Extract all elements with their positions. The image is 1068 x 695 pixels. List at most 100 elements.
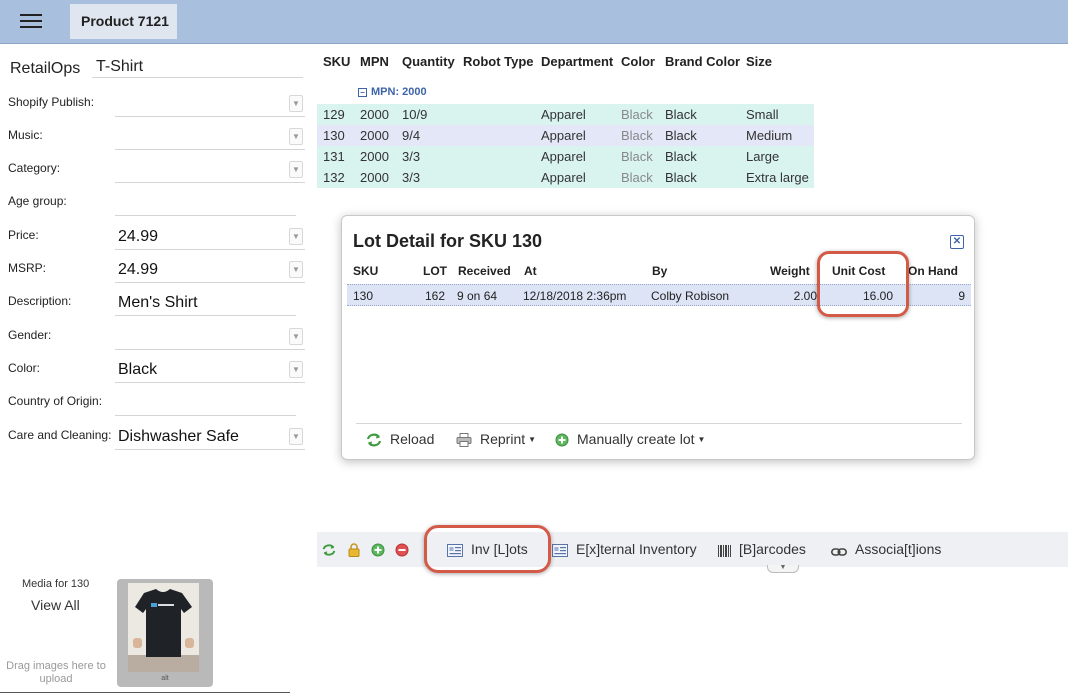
column-header-quantity[interactable]: Quantity — [402, 54, 455, 69]
column-header-mpn[interactable]: MPN — [360, 54, 389, 69]
column-header-at[interactable]: At — [524, 264, 537, 278]
chevron-down-icon[interactable]: ▼ — [289, 161, 303, 178]
cell-received: 9 on 64 — [457, 289, 498, 303]
divider — [356, 423, 962, 424]
link-icon — [831, 548, 847, 556]
chevron-down-icon[interactable]: ▼ — [289, 261, 303, 278]
reprint-button[interactable]: Reprint ▼ — [456, 431, 536, 447]
field-shopify-publish[interactable]: Shopify Publish: ▼ — [8, 91, 308, 117]
table-row[interactable]: 131 2000 3/3 Apparel Black Black Large — [317, 146, 814, 167]
field-category[interactable]: Category: ▼ — [8, 157, 308, 183]
field-price[interactable]: Price: 24.99 ▼ — [8, 224, 308, 250]
field-msrp[interactable]: MSRP: 24.99 ▼ — [8, 257, 308, 283]
column-header-sku[interactable]: SKU — [323, 54, 350, 69]
tab-product[interactable]: Product 7121 — [70, 4, 177, 39]
chevron-down-icon[interactable]: ▼ — [289, 428, 303, 445]
field-music[interactable]: Music: ▼ — [8, 124, 308, 150]
cell-brand-color: Black — [665, 128, 697, 143]
column-header-by[interactable]: By — [652, 264, 667, 278]
field-label: Price: — [8, 228, 39, 242]
field-value[interactable] — [115, 324, 305, 350]
collapse-handle-icon[interactable]: ▼ — [767, 564, 799, 573]
media-thumbnail[interactable]: alt — [117, 579, 213, 687]
table-row[interactable]: 130 2000 9/4 Apparel Black Black Medium — [317, 125, 814, 146]
view-all-link[interactable]: View All — [31, 597, 80, 613]
close-icon[interactable]: ✕ — [950, 235, 964, 249]
field-gender[interactable]: Gender: ▼ — [8, 324, 308, 350]
column-header-received[interactable]: Received — [458, 264, 511, 278]
manually-create-lot-button[interactable]: Manually create lot ▼ — [555, 431, 705, 447]
cell-sku: 132 — [323, 170, 345, 185]
field-country-of-origin[interactable]: Country of Origin: — [8, 390, 308, 416]
field-label: Description: — [8, 294, 72, 308]
column-header-on-hand[interactable]: On Hand — [908, 264, 958, 278]
field-value[interactable]: Dishwasher Safe — [115, 424, 305, 450]
product-name-input[interactable] — [92, 56, 303, 78]
chevron-down-icon[interactable]: ▼ — [289, 95, 303, 112]
column-header-size[interactable]: Size — [746, 54, 772, 69]
refresh-icon[interactable] — [322, 543, 336, 557]
remove-icon[interactable] — [395, 543, 409, 557]
field-value[interactable] — [115, 390, 296, 416]
field-value[interactable] — [115, 91, 305, 117]
cell-department: Apparel — [541, 128, 586, 143]
retailops-label: RetailOps — [10, 60, 81, 77]
cell-by: Colby Robison — [651, 289, 730, 303]
column-header-color[interactable]: Color — [621, 54, 655, 69]
field-label: MSRP: — [8, 261, 47, 275]
column-header-department[interactable]: Department — [541, 54, 613, 69]
tab-external-inventory[interactable]: E[x]ternal Inventory — [552, 541, 697, 557]
table-row[interactable]: 129 2000 10/9 Apparel Black Black Small — [317, 104, 814, 125]
inv-lots-highlight — [424, 525, 551, 573]
column-header-lot[interactable]: LOT — [423, 264, 447, 278]
cell-department: Apparel — [541, 149, 586, 164]
chevron-down-icon[interactable]: ▼ — [289, 328, 303, 345]
column-header-brand-color[interactable]: Brand Color — [665, 54, 740, 69]
field-value[interactable] — [115, 124, 305, 150]
printer-icon — [456, 433, 472, 447]
tab-external-inventory-label: E[x]ternal Inventory — [576, 541, 697, 557]
column-header-weight[interactable]: Weight — [770, 264, 810, 278]
barcode-icon — [718, 545, 731, 557]
cell-lot: 162 — [424, 289, 445, 303]
lock-icon[interactable] — [347, 543, 361, 557]
field-value[interactable]: Men's Shirt — [115, 290, 296, 316]
chevron-down-icon[interactable]: ▼ — [289, 128, 303, 145]
field-label: Gender: — [8, 328, 52, 342]
reload-button[interactable]: Reload — [366, 431, 434, 447]
cell-quantity: 10/9 — [402, 107, 428, 122]
field-description[interactable]: Description: Men's Shirt — [8, 290, 308, 316]
field-value[interactable]: 24.99 — [115, 224, 305, 250]
field-label: Country of Origin: — [8, 394, 103, 408]
group-header-mpn[interactable]: − MPN: 2000 — [358, 86, 427, 98]
field-age-group[interactable]: Age group: — [8, 190, 308, 216]
field-color[interactable]: Color: Black ▼ — [8, 357, 308, 383]
cell-color: Black — [621, 107, 653, 122]
collapse-icon[interactable]: − — [358, 88, 367, 97]
cell-sku: 131 — [323, 149, 345, 164]
tshirt-photo — [128, 583, 199, 672]
add-icon[interactable] — [371, 543, 385, 557]
field-care-and-cleaning[interactable]: Care and Cleaning: Dishwasher Safe ▼ — [8, 424, 308, 450]
field-label: Shopify Publish: — [8, 95, 95, 109]
table-row[interactable]: 132 2000 3/3 Apparel Black Black Extra l… — [317, 167, 814, 188]
divider — [0, 692, 290, 693]
tab-associations[interactable]: Associa[t]ions — [831, 541, 941, 557]
cell-mpn: 2000 — [360, 128, 389, 143]
cell-size: Small — [746, 107, 779, 122]
tab-barcodes[interactable]: [B]arcodes — [718, 541, 806, 557]
cell-color: Black — [621, 149, 653, 164]
column-header-robot-type[interactable]: Robot Type — [463, 54, 534, 69]
tab-barcodes-label: [B]arcodes — [739, 541, 806, 557]
column-header-sku[interactable]: SKU — [353, 264, 378, 278]
hamburger-menu-icon[interactable] — [16, 10, 46, 34]
cell-brand-color: Black — [665, 170, 697, 185]
chevron-down-icon[interactable]: ▼ — [289, 228, 303, 245]
field-value[interactable] — [115, 190, 296, 216]
field-value[interactable] — [115, 157, 305, 183]
field-value[interactable]: Black — [115, 357, 305, 383]
image-drop-zone[interactable]: Drag images here to upload — [4, 660, 108, 686]
chevron-down-icon[interactable]: ▼ — [289, 361, 303, 378]
cell-size: Medium — [746, 128, 793, 143]
field-value[interactable]: 24.99 — [115, 257, 305, 283]
